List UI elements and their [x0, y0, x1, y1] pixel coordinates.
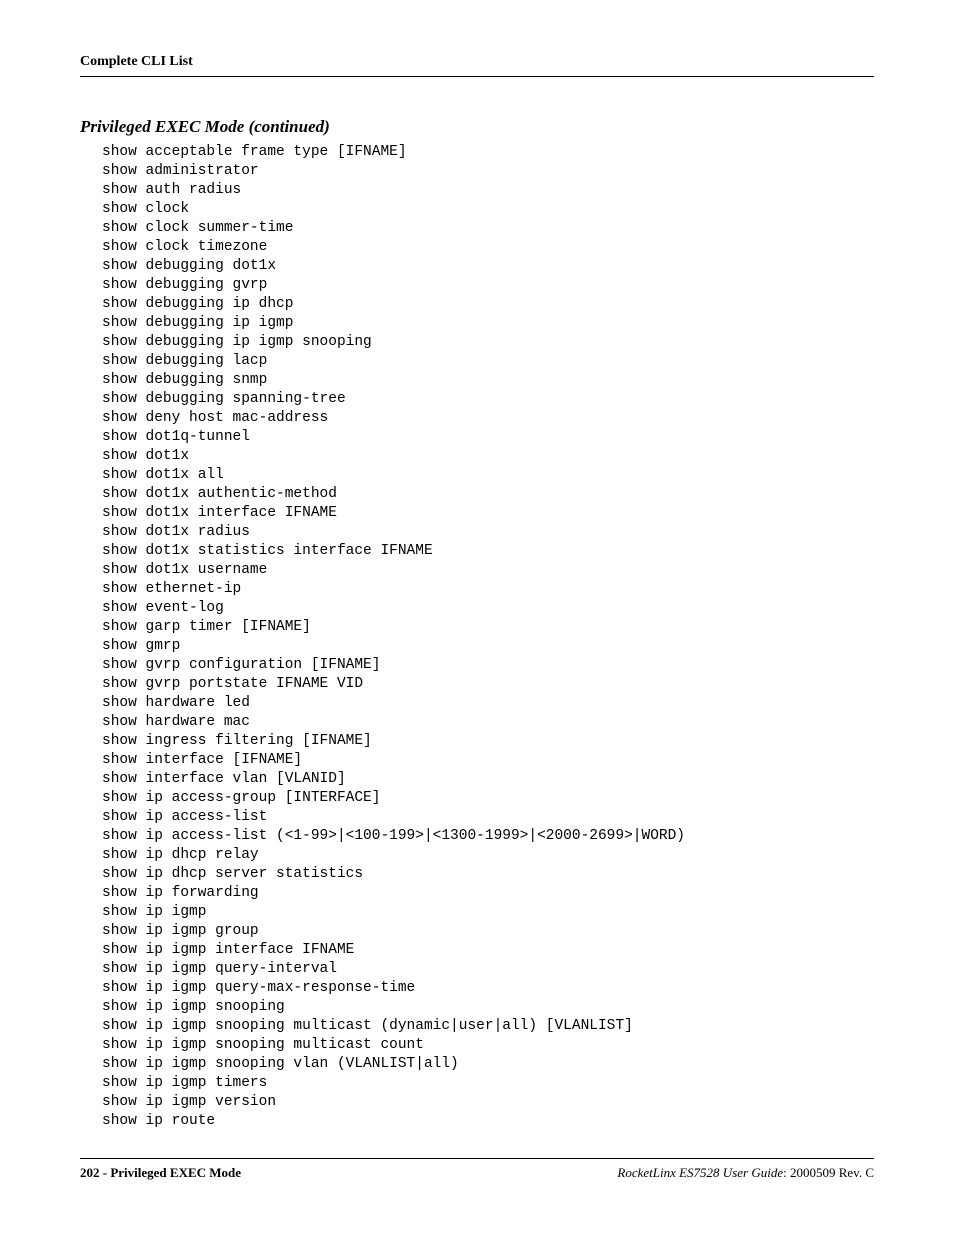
page-footer: 202 - Privileged EXEC Mode RocketLinx ES…	[80, 1158, 874, 1181]
page: Complete CLI List Privileged EXEC Mode (…	[0, 0, 954, 1235]
footer-page-label: 202 - Privileged EXEC Mode	[80, 1165, 241, 1181]
running-header: Complete CLI List	[80, 54, 874, 77]
footer-product-name: RocketLinx ES7528 User Guide	[617, 1165, 783, 1180]
section-title: Privileged EXEC Mode (continued)	[80, 117, 874, 137]
cli-command-list: show acceptable frame type [IFNAME] show…	[102, 143, 874, 1131]
footer-revision: : 2000509 Rev. C	[783, 1165, 874, 1180]
footer-doc-info: RocketLinx ES7528 User Guide: 2000509 Re…	[617, 1165, 874, 1181]
